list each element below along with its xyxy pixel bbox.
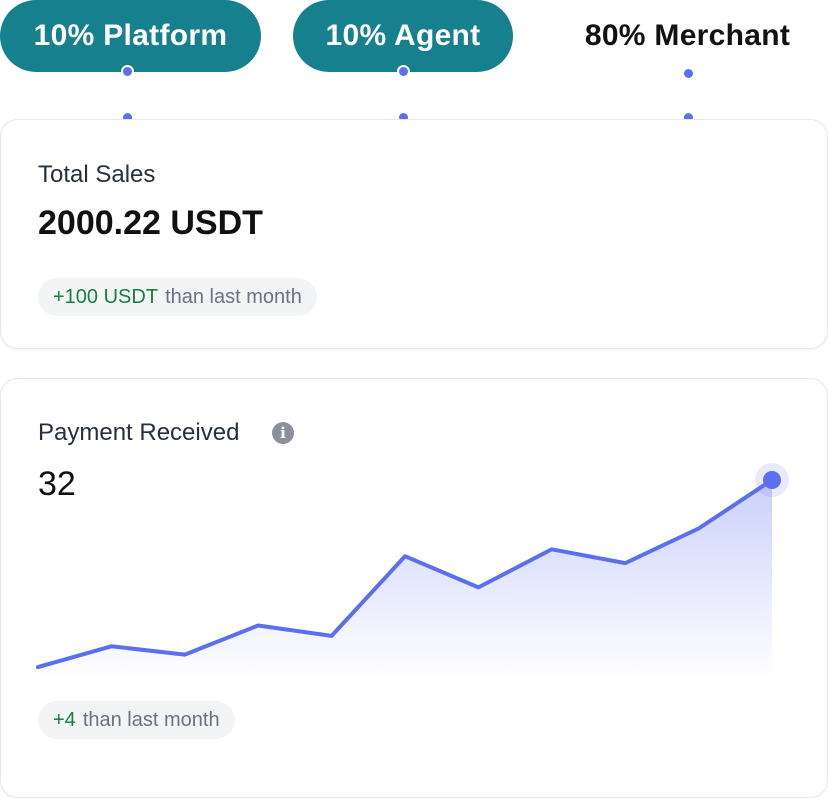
chart-last-point <box>763 471 781 489</box>
payment-trend-chart <box>36 463 789 680</box>
